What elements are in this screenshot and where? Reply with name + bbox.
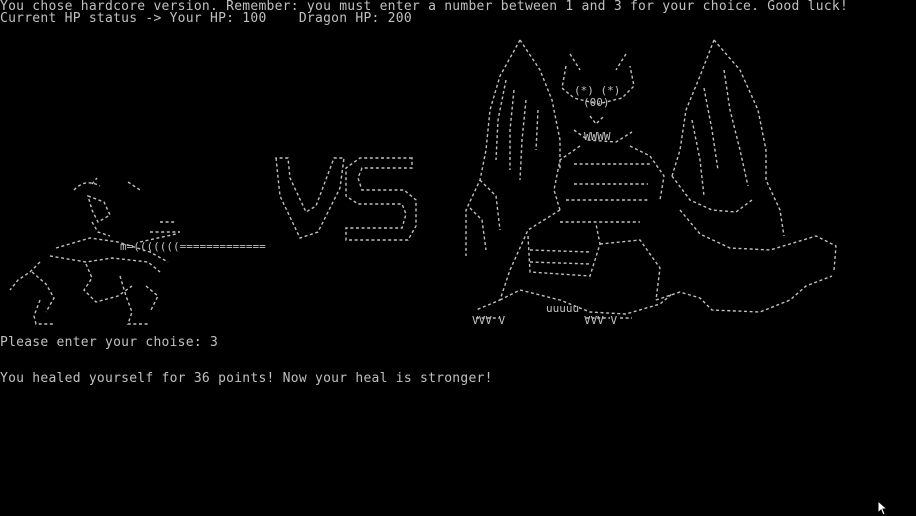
mouse-pointer-icon [877, 500, 889, 516]
dragon-art [465, 39, 837, 319]
dragon-tail-feet-text: uuuuu [546, 302, 579, 315]
console-window: You chose hardcore version. Remember: yo… [0, 0, 916, 516]
heal-result-message: You healed yourself for 36 points! Now y… [0, 371, 493, 386]
dragon-teeth-text: WWWW [584, 130, 611, 143]
lance-text: m=(((((((============= [120, 240, 266, 253]
choice-prompt[interactable]: Please enter your choise: 3 [0, 336, 218, 349]
dragon-right-claws-text: VVV V [584, 314, 617, 327]
dragon-snout-text: (00) [583, 96, 610, 109]
ascii-battle-art: m=(((((((============= (*) (*) (00) WWWW… [9, 39, 837, 327]
versus-art [275, 157, 417, 241]
dragon-left-claws-text: VVV V [472, 314, 505, 327]
